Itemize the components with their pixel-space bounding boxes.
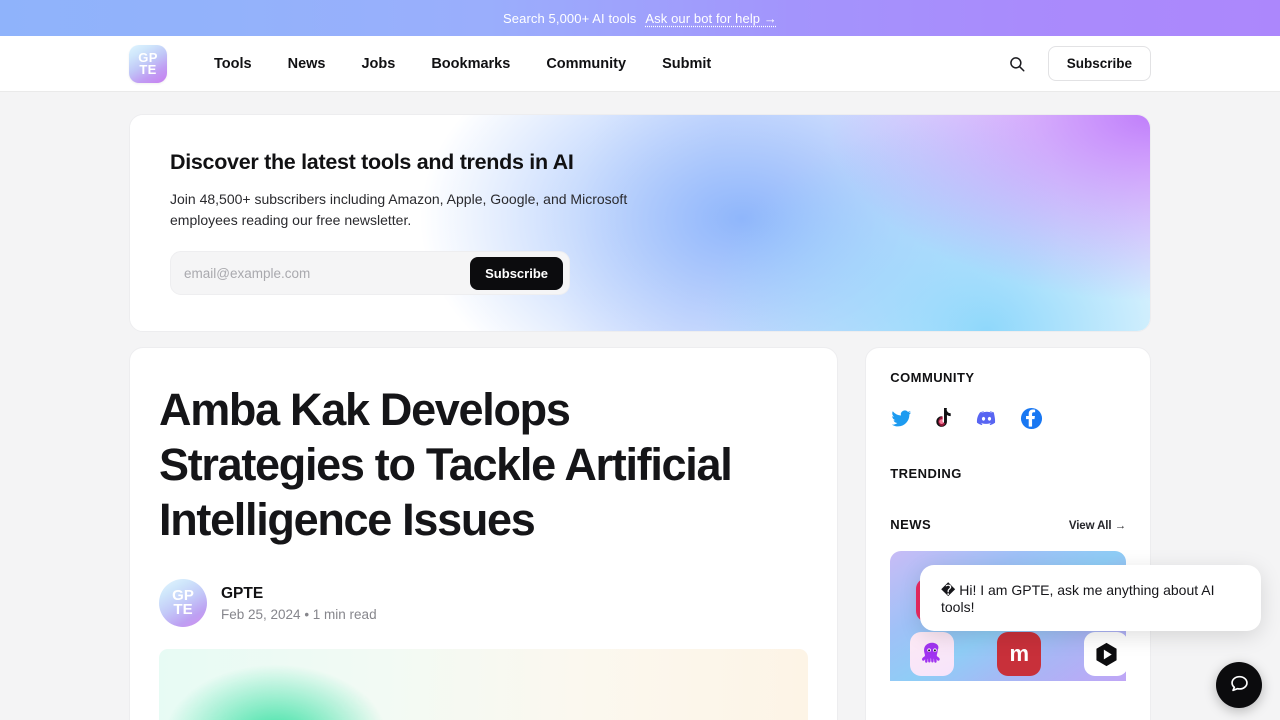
article-meta: Feb 25, 2024 • 1 min read: [221, 606, 377, 622]
chat-launcher-button[interactable]: [1216, 662, 1262, 708]
nav-item-tools[interactable]: Tools: [196, 56, 270, 72]
trending-heading: TRENDING: [890, 466, 962, 481]
email-input[interactable]: [184, 265, 471, 281]
nav-item-community[interactable]: Community: [528, 56, 644, 72]
ask-bot-link[interactable]: Ask our bot for help →: [645, 11, 777, 26]
header-subscribe-button[interactable]: Subscribe: [1047, 46, 1151, 81]
social-links: [890, 407, 1126, 430]
author-name[interactable]: GPTE: [221, 585, 377, 603]
news-view-all-link[interactable]: View All →: [1069, 520, 1126, 532]
header-actions: Subscribe: [1008, 46, 1151, 81]
facebook-icon[interactable]: [1020, 407, 1043, 430]
hero-title: Discover the latest tools and trends in …: [170, 150, 574, 174]
news-heading: NEWS: [890, 517, 932, 532]
article-hero-image: [159, 649, 809, 720]
discord-icon[interactable]: [975, 407, 998, 430]
m-logo-icon: m: [997, 632, 1042, 676]
logo-line-bottom: TE: [139, 61, 157, 77]
twitter-icon[interactable]: [890, 408, 912, 430]
nav-item-news[interactable]: News: [270, 56, 344, 72]
chat-bubble-icon: [1229, 672, 1250, 698]
hero-subtitle: Join 48,500+ subscribers including Amazo…: [170, 191, 628, 228]
newsletter-signup-form: Subscribe: [170, 251, 570, 295]
avatar-line-bottom: TE: [173, 601, 193, 618]
tiktok-icon[interactable]: [934, 408, 953, 429]
nav-item-submit[interactable]: Submit: [644, 56, 729, 72]
hero-subscribe-button[interactable]: Subscribe: [470, 256, 563, 290]
site-header: GP TE Tools News Jobs Bookmarks Communit…: [0, 36, 1280, 92]
trending-section: TRENDING: [890, 466, 1126, 481]
newsletter-hero-card: Discover the latest tools and trends in …: [129, 114, 1151, 332]
author-avatar[interactable]: GP TE: [159, 579, 207, 627]
octopus-icon: [910, 632, 955, 676]
sidebar: COMMUNITY TRENDING NEWS View All → m: [865, 347, 1151, 720]
hexagon-play-icon: [1084, 632, 1129, 676]
community-heading: COMMUNITY: [890, 370, 975, 385]
content-columns: Amba Kak Develops Strategies to Tackle A…: [129, 347, 1151, 720]
m-logo-letter: m: [1009, 641, 1030, 666]
search-icon[interactable]: [1008, 55, 1026, 73]
nav-item-jobs[interactable]: Jobs: [343, 56, 413, 72]
announcement-text: Search 5,000+ AI tools: [503, 10, 637, 26]
main-navigation: Tools News Jobs Bookmarks Community Subm…: [196, 56, 729, 72]
nav-item-bookmarks[interactable]: Bookmarks: [413, 56, 528, 72]
gpte-logo[interactable]: GP TE: [129, 44, 167, 83]
chat-greeting-text: � Hi! I am GPTE, ask me anything about A…: [941, 581, 1215, 615]
article-byline: GP TE GPTE Feb 25, 2024 • 1 min read: [159, 579, 808, 627]
article-title: Amba Kak Develops Strategies to Tackle A…: [159, 384, 733, 545]
announcement-bar: Search 5,000+ AI tools Ask our bot for h…: [0, 0, 1280, 36]
article-card: Amba Kak Develops Strategies to Tackle A…: [129, 347, 839, 720]
chat-greeting-bubble: � Hi! I am GPTE, ask me anything about A…: [920, 565, 1261, 631]
